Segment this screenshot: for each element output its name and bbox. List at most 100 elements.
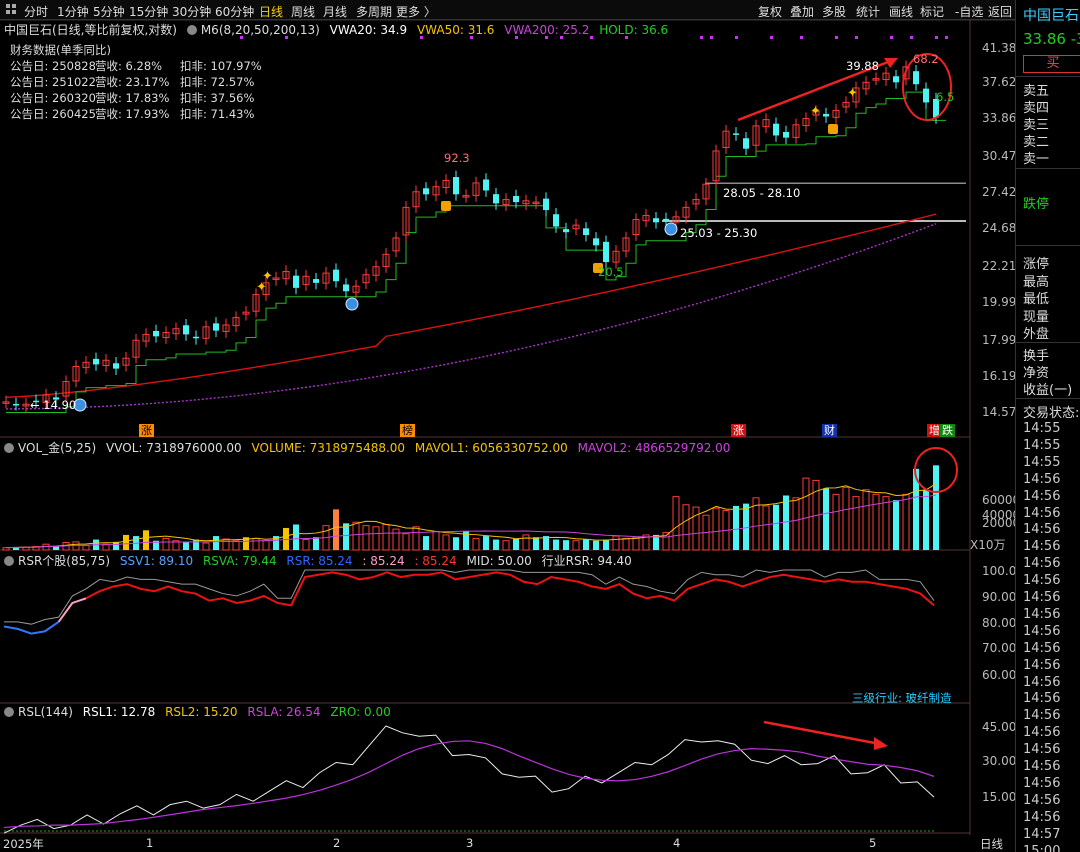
candle-down <box>113 363 119 369</box>
arrow-head-icon <box>874 737 888 750</box>
fin-row: 公告日: 251022营收: 23.17% 扣非: 72.57% <box>10 74 262 90</box>
price-axis-label: 17.99 <box>982 333 1017 347</box>
event-tag[interactable]: 跌 <box>940 424 955 437</box>
settings-icon[interactable] <box>186 25 197 35</box>
rsr-header: RSR个股(85,75) SSV1: 89.10 RSVA: 79.44 RSR… <box>4 552 638 569</box>
volume-bar <box>333 509 339 550</box>
candle-down <box>783 131 789 138</box>
fin-revenue: 营收: 6.28% <box>95 59 163 73</box>
candle-down <box>583 228 589 236</box>
divider <box>1016 245 1080 246</box>
rsva-label: RSVA: 79.44 <box>202 554 277 568</box>
event-tag[interactable]: 涨 <box>139 424 154 437</box>
event-tag[interactable]: 榜 <box>400 424 415 437</box>
volume-bar <box>232 540 240 551</box>
volume-bar <box>222 538 230 551</box>
rsl1-label: RSL1: 12.78 <box>82 705 156 719</box>
volume-bar <box>583 539 589 550</box>
rsr-v2: : 85.24 <box>362 554 405 568</box>
rsr-axis-label: 70.00 <box>982 641 1017 655</box>
vol-name[interactable]: VOL_金(5,25) <box>18 441 96 455</box>
rsl-axis-label: 30.00 <box>982 754 1017 768</box>
x-axis-year: 2025年 <box>3 837 44 851</box>
annotation-start: ← 14.90 <box>30 398 77 412</box>
rsl-header: RSL(144) RSL1: 12.78 RSL2: 15.20 RSLA: 2… <box>4 705 397 719</box>
settings-icon[interactable] <box>4 556 14 566</box>
period-label: 日线 <box>980 837 1003 851</box>
volume-bar <box>923 489 929 550</box>
candle-down <box>593 238 599 246</box>
resistance-range-2: 25.03 - 25.30 <box>680 226 758 240</box>
trade-time: 14:56 <box>1023 725 1061 741</box>
volume-bar <box>792 497 800 551</box>
rsl1-line <box>3 725 935 834</box>
x-axis-month: 1 <box>146 836 154 850</box>
price-axis-label: 19.99 <box>982 295 1017 309</box>
divider <box>1016 76 1080 77</box>
volume-bar <box>632 536 640 551</box>
rsr-name[interactable]: RSR个股(85,75) <box>18 554 110 568</box>
trade-time: 14:56 <box>1023 505 1061 521</box>
mavol1-label: MAVOL1: 6056330752.00 <box>414 441 568 455</box>
signal-ball-icon <box>664 222 678 236</box>
butterfly-icon: ✦ <box>847 86 858 101</box>
candle-down <box>563 229 569 233</box>
volume-bar <box>493 539 499 550</box>
rsr-label: RSR: 85.24 <box>286 554 353 568</box>
volume-bar <box>183 541 189 550</box>
buy-button[interactable]: 买 <box>1023 55 1080 73</box>
stock-title: 中国巨石(日线,等比前复权,对数) <box>4 23 177 37</box>
rsr-v3: : 85.24 <box>414 554 457 568</box>
rsr-axis-label: 100.0 <box>982 564 1017 578</box>
butterfly-icon: ✦ <box>256 280 267 295</box>
main-chart-header: 中国巨石(日线,等比前复权,对数) M6(8,20,50,200,13) VWA… <box>4 21 674 38</box>
candle-down <box>743 138 749 149</box>
signal-dot <box>700 36 703 39</box>
mid-label: MID: 50.00 <box>466 554 532 568</box>
volume-bar <box>442 534 450 551</box>
volume-bar <box>313 537 319 550</box>
ma-label[interactable]: M6(8,20,50,200,13) <box>201 23 320 37</box>
trade-time: 14:56 <box>1023 471 1061 487</box>
trade-time: 14:55 <box>1023 454 1061 470</box>
volume-bar <box>553 539 559 550</box>
rsl-axis-label: 45.00 <box>982 720 1017 734</box>
volume-bar <box>823 488 829 550</box>
settings-icon[interactable] <box>4 443 14 453</box>
candle-down <box>603 241 609 263</box>
volume-bar <box>372 526 380 551</box>
rsl-name[interactable]: RSL(144) <box>18 705 73 719</box>
fin-date: 公告日: 251022 <box>10 75 96 89</box>
volume-bar <box>502 540 510 551</box>
side-stat-label: 收益(一) <box>1023 383 1073 398</box>
volume-bar <box>572 540 580 551</box>
price-axis-label: 37.62 <box>982 75 1017 89</box>
settings-icon[interactable] <box>4 707 14 717</box>
volume-bar <box>143 530 149 550</box>
event-tag[interactable]: 涨 <box>731 424 746 437</box>
side-stat-label: 最高 <box>1023 274 1050 290</box>
signal-dot <box>800 36 803 39</box>
volume-bar <box>842 486 850 551</box>
vvol-label: VVOL: 7318976000.00 <box>106 441 242 455</box>
signal-ball-icon <box>345 297 359 311</box>
event-tag[interactable]: 财 <box>822 424 837 437</box>
rsla-label: RSLA: 26.54 <box>247 705 321 719</box>
candle-down <box>453 177 459 195</box>
zro-label: ZRO: 0.00 <box>330 705 391 719</box>
candle-down <box>653 218 659 223</box>
side-stat-label: 最低 <box>1023 292 1050 307</box>
x-axis-month: 3 <box>466 836 474 850</box>
fin-title: 财务数据(单季同比) <box>10 43 111 57</box>
volume-bar <box>252 537 260 551</box>
volume-header: VOL_金(5,25) VVOL: 7318976000.00 VOLUME: … <box>4 439 736 456</box>
volume-bar <box>762 505 770 551</box>
candle-down <box>513 196 519 203</box>
fin-profit: 扣非: 107.97% <box>180 59 262 73</box>
vol-unit: X10万 <box>970 538 1006 552</box>
fin-date: 公告日: 250828 <box>10 59 96 73</box>
volume-bar <box>262 540 270 551</box>
divider <box>1016 342 1080 343</box>
volume-bar <box>432 530 440 551</box>
price-axis-label: 33.86 <box>982 111 1017 125</box>
